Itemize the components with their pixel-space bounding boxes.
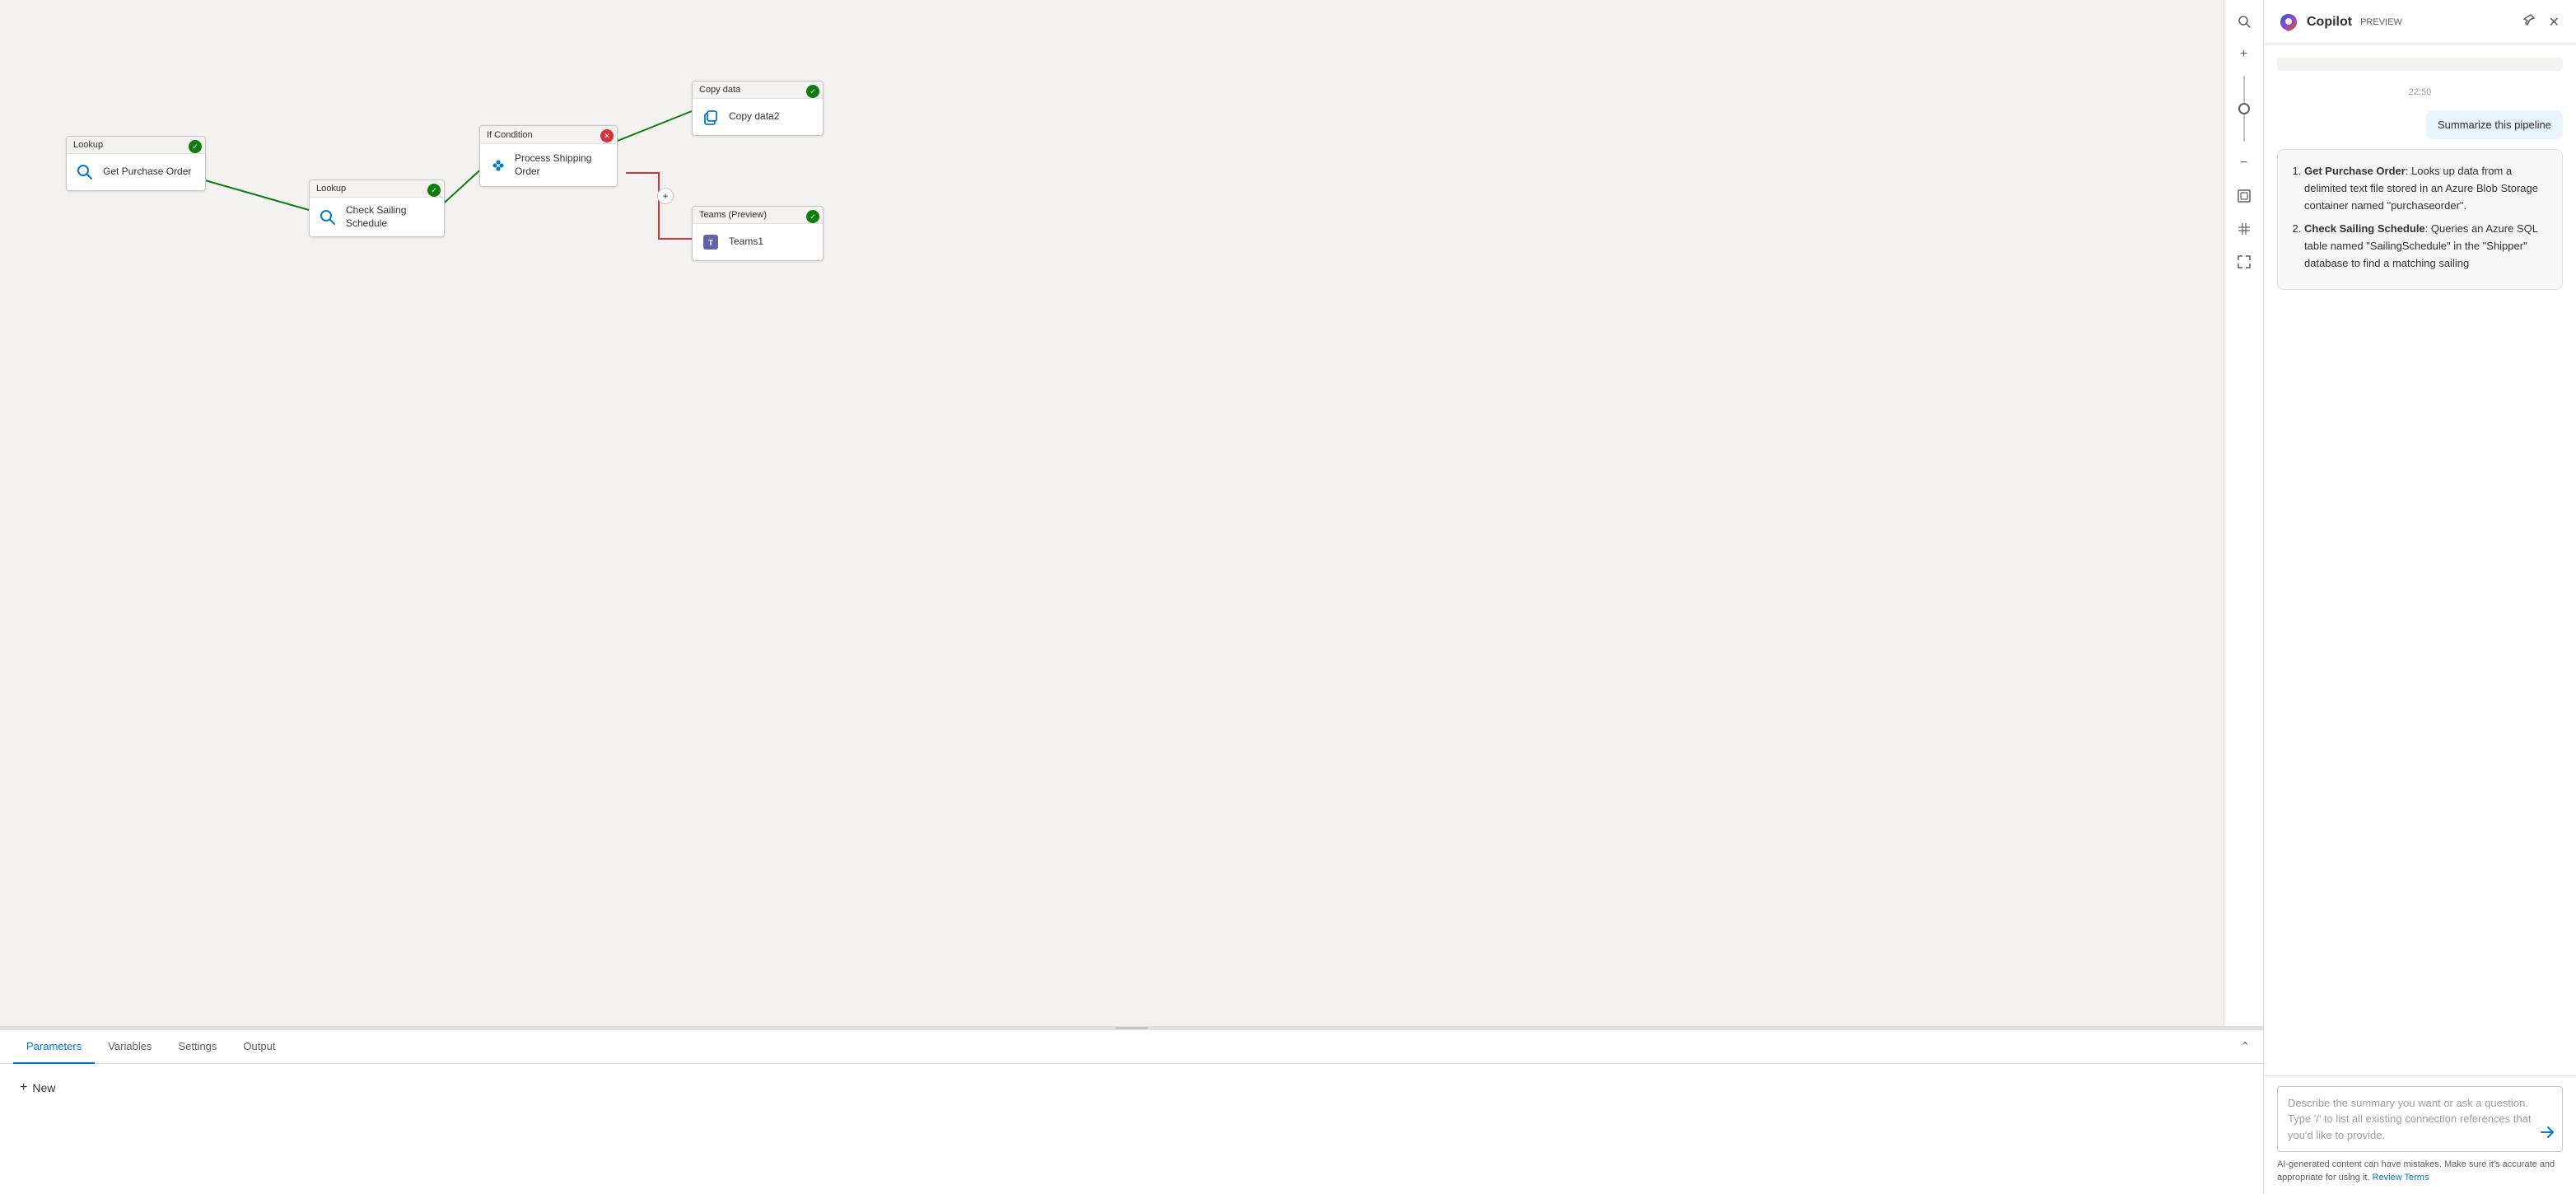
node-copy-data[interactable]: Copy data Copy data2 ✓	[692, 81, 824, 136]
node-header-teams: Teams (Preview)	[693, 207, 823, 224]
bottom-panel-content: + New	[0, 1064, 2263, 1112]
node-header-lookup1: Lookup	[67, 137, 205, 154]
copilot-timestamp: 22:50	[2277, 87, 2563, 97]
tab-settings[interactable]: Settings	[165, 1030, 230, 1064]
node-label-copydata: Copy data2	[729, 110, 779, 124]
bottom-panel-tabs: Parameters Variables Settings Output ⌃	[0, 1030, 2263, 1064]
plus-icon: +	[20, 1080, 27, 1095]
copilot-input-area: Describe the summary you want or ask a q…	[2264, 1075, 2576, 1194]
tab-output[interactable]: Output	[230, 1030, 288, 1064]
copilot-send-btn[interactable]	[2540, 1125, 2555, 1144]
copilot-header-actions: ✕	[2519, 10, 2563, 34]
node-get-purchase-order[interactable]: Lookup Get Purchase Order ✓	[66, 136, 206, 191]
copilot-preview-badge: PREVIEW	[2360, 17, 2402, 27]
copilot-user-message: Summarize this pipeline	[2426, 110, 2563, 139]
zoom-slider[interactable]	[2243, 72, 2245, 145]
copilot-logo	[2277, 11, 2300, 34]
node-label-lookup2: Check Sailing Schedule	[346, 204, 437, 230]
input-placeholder: Describe the summary you want or ask a q…	[2288, 1095, 2532, 1144]
lookup-icon-2	[316, 206, 339, 229]
tab-parameters[interactable]: Parameters	[13, 1030, 95, 1064]
fit-view-btn[interactable]	[2229, 181, 2259, 211]
copilot-header: Copilot PREVIEW ✕	[2264, 0, 2576, 44]
connections-svg	[0, 0, 2263, 1026]
collapse-bottom-panel-btn[interactable]: ⌃	[2240, 1040, 2250, 1054]
process-icon	[487, 154, 510, 177]
slider-thumb	[2238, 103, 2250, 114]
copilot-disclaimer: AI-generated content can have mistakes. …	[2277, 1159, 2563, 1184]
assistant-item-1-title: Get Purchase Order	[2304, 165, 2406, 177]
zoom-in-btn[interactable]: +	[2229, 40, 2259, 69]
node-label-teams: Teams1	[729, 236, 763, 249]
copy-icon	[699, 105, 722, 128]
node-header-copydata: Copy data	[693, 82, 823, 99]
copilot-close-btn[interactable]: ✕	[2546, 10, 2563, 34]
node-header-ifcondition: If Condition ⤢	[480, 126, 617, 144]
node-check-teams: ✓	[806, 210, 819, 223]
grid-btn[interactable]	[2229, 214, 2259, 244]
node-check-sailing-schedule[interactable]: Lookup Check Sailing Schedule ✓	[309, 180, 445, 237]
teams-icon: T	[699, 231, 722, 254]
node-teams[interactable]: Teams (Preview) T Teams1 ✓	[692, 206, 824, 261]
node-x-processship: ✕	[600, 129, 614, 142]
new-parameter-btn[interactable]: + New	[13, 1077, 62, 1098]
node-if-condition[interactable]: If Condition ⤢ Process Ship	[479, 125, 618, 187]
add-activity-btn[interactable]: +	[657, 188, 674, 204]
new-label: New	[32, 1081, 55, 1094]
node-check-copydata: ✓	[806, 85, 819, 98]
copilot-pin-btn[interactable]	[2519, 10, 2539, 34]
copilot-title: Copilot	[2307, 15, 2352, 30]
node-label-lookup1: Get Purchase Order	[103, 166, 191, 179]
copilot-messages: 22:50 Summarize this pipeline Get Purcha…	[2264, 44, 2576, 1075]
copilot-prev-input	[2277, 58, 2563, 71]
lookup-icon-1	[73, 161, 96, 184]
bottom-panel: Parameters Variables Settings Output ⌃ +…	[0, 1029, 2263, 1194]
canvas-toolbar: + −	[2224, 0, 2263, 1026]
assistant-item-2-title: Check Sailing Schedule	[2304, 222, 2425, 235]
expand-btn[interactable]	[2229, 247, 2259, 277]
zoom-out-btn[interactable]: −	[2229, 148, 2259, 178]
copilot-input-wrapper: Describe the summary you want or ask a q…	[2277, 1086, 2563, 1153]
copilot-assistant-message: Get Purchase Order: Looks up data from a…	[2277, 149, 2563, 290]
search-canvas-btn[interactable]	[2229, 7, 2259, 36]
node-check-lookup2: ✓	[427, 184, 441, 197]
svg-text:T: T	[708, 239, 713, 248]
node-check-lookup1: ✓	[189, 140, 202, 153]
copilot-panel: Copilot PREVIEW ✕ 22:50 Summarize this p…	[2263, 0, 2576, 1194]
node-header-lookup2: Lookup	[310, 180, 444, 198]
copilot-input-box[interactable]: Describe the summary you want or ask a q…	[2277, 1086, 2563, 1153]
pipeline-canvas: Lookup Get Purchase Order ✓ Lookup	[0, 0, 2263, 1026]
node-label-processship: Process Shipping Order	[515, 152, 610, 178]
review-terms-link[interactable]: Review Terms	[2373, 1173, 2429, 1182]
tab-variables[interactable]: Variables	[95, 1030, 165, 1064]
slider-track	[2243, 76, 2245, 142]
